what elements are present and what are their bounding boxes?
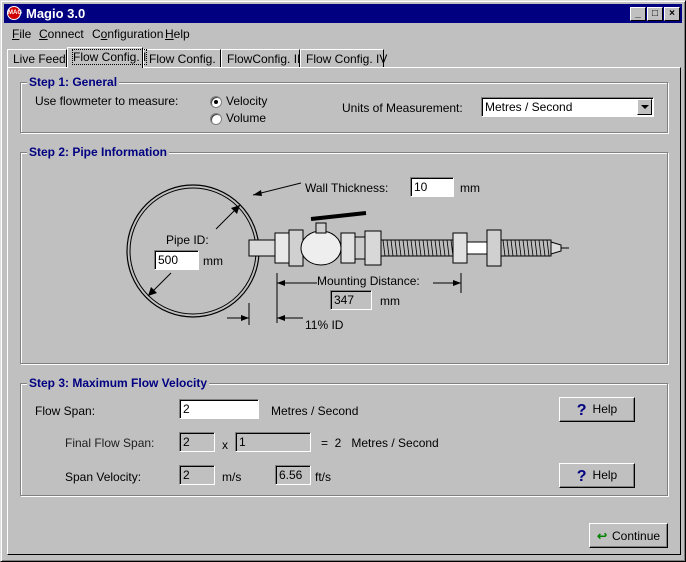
title-bar[interactable]: MAG Magio 3.0 _ □ × [4,4,682,23]
measure-label: Use flowmeter to measure: [35,94,179,108]
arrowhead [253,190,262,196]
sensor-nut-3 [340,232,356,264]
menu-connect[interactable]: Connect [39,27,84,41]
window-title: Magio 3.0 [26,6,86,21]
chevron-down-icon[interactable] [637,99,652,115]
flow-span-label: Flow Span: [35,404,96,418]
sensor-gland [364,230,382,266]
wall-thickness-input[interactable]: 10 [410,177,454,197]
valve-stem [315,222,327,234]
tab-live-feed[interactable]: Live Feed [7,49,67,67]
menu-file[interactable]: File [12,27,31,41]
rod-window [466,241,488,255]
flow-span-help-button[interactable]: ? Help [559,397,635,422]
menu-bar: File Connect Configuration Help [4,24,682,43]
arrowhead [277,315,285,321]
menu-help[interactable]: Help [165,27,190,41]
minimize-button[interactable]: _ [630,7,646,21]
wall-unit: mm [460,181,480,195]
arrowhead [277,280,285,286]
final-span-result: = 2 Metres / Second [321,436,439,450]
times-sign: x [222,438,228,452]
pipe-id-input[interactable]: 500 [154,250,199,270]
mounting-distance-field: 347 [330,290,372,310]
pipe-id-label: Pipe ID: [166,233,209,247]
units-select[interactable]: Metres / Second [481,97,654,117]
menu-configuration[interactable]: Configuration [92,27,163,41]
threaded-rod [380,239,464,257]
mounting-label: Mounting Distance: [317,274,420,288]
span-velocity-ms: 2 [179,465,215,485]
step3-group: Step 3: Maximum Flow Velocity Flow Span:… [20,376,668,496]
pipe-unit: mm [203,254,223,268]
step2-group: Step 2: Pipe Information Wall Thickness:… [20,145,668,364]
wall-thickness-label: Wall Thickness: [305,181,389,195]
arrowhead [241,315,249,321]
tab-panel: Step 1: General Use flowmeter to measure… [7,67,681,555]
span-ms-unit: m/s [222,470,242,484]
final-span-a: 2 [179,432,215,452]
rod-nut-2 [486,229,502,267]
mounting-unit: mm [380,294,400,308]
rod-nut-1 [452,232,468,264]
sensor-collar [354,236,366,260]
valve-body [300,230,342,266]
sensor-nut [274,232,290,264]
id-percent-label: 11% ID [305,318,344,332]
span-velocity-label: Span Velocity: [65,470,142,484]
app-window: MAG Magio 3.0 _ □ × File Connect Configu… [0,0,686,562]
rod-tip [550,241,562,255]
maximize-button[interactable]: □ [647,7,663,21]
span-fts-unit: ft/s [315,470,332,484]
volume-label[interactable]: Volume [226,111,266,125]
flow-span-input[interactable]: 2 [179,399,259,419]
tab-flow-config-2[interactable]: Flow Config. II [143,49,226,67]
step1-group: Step 1: General Use flowmeter to measure… [20,75,668,133]
sensor-stub [248,239,276,257]
magio-logo-icon[interactable]: MAG [7,6,22,20]
question-mark-icon: ? [576,402,587,419]
arrowhead [453,280,461,286]
question-mark-icon: ? [576,468,587,485]
velocity-radio[interactable] [210,96,222,108]
units-value: Metres / Second [485,100,573,114]
velocity-label[interactable]: Velocity [226,94,267,108]
continue-button[interactable]: ↩ Continue [589,523,668,548]
span-velocity-fts: 6.56 [275,465,311,485]
units-label: Units of Measurement: [342,101,463,115]
volume-radio[interactable] [210,113,222,125]
valve-handle [310,211,367,221]
tab-flow-config-3[interactable]: FlowConfig. III [221,49,304,67]
tab-flow-config-1[interactable]: Flow Config. I [67,47,148,68]
continue-arrow-icon: ↩ [596,529,607,543]
step1-title: Step 1: General [27,75,120,89]
step3-title: Step 3: Maximum Flow Velocity [27,376,210,390]
flow-span-unit: Metres / Second [271,404,359,418]
close-button[interactable]: × [664,7,680,21]
span-velocity-help-button[interactable]: ? Help [559,463,635,488]
tab-flow-config-4[interactable]: Flow Config. IV [300,49,387,67]
final-flow-span-label: Final Flow Span: [65,436,155,450]
final-span-b: 1 [235,432,311,452]
